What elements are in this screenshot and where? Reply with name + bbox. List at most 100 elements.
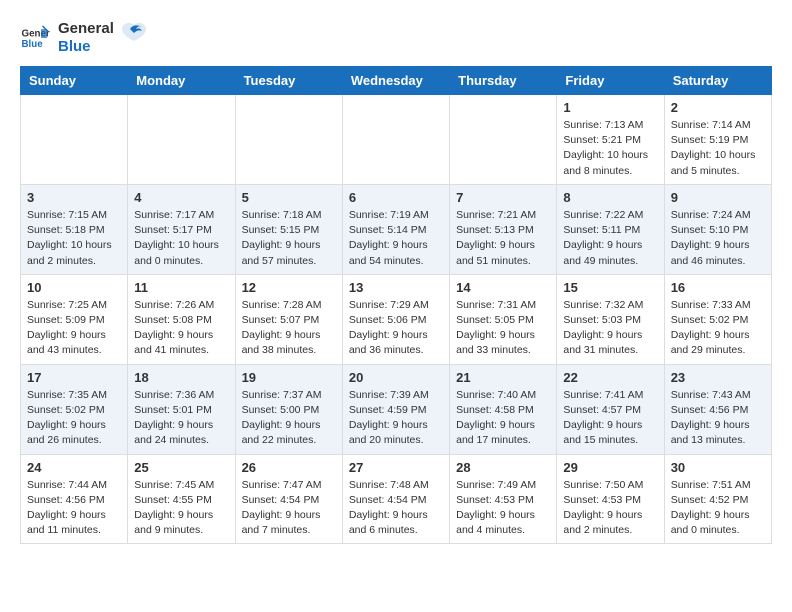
day-number: 26 (242, 460, 336, 475)
logo-general: General (58, 20, 114, 38)
day-number: 30 (671, 460, 765, 475)
calendar-cell: 27 Sunrise: 7:48 AM Sunset: 4:54 PM Dayli… (342, 454, 449, 544)
logo-icon: General Blue (20, 23, 50, 53)
day-info: Sunrise: 7:19 AM Sunset: 5:14 PM Dayligh… (349, 208, 443, 269)
day-number: 24 (27, 460, 121, 475)
day-info: Sunrise: 7:29 AM Sunset: 5:06 PM Dayligh… (349, 298, 443, 359)
day-number: 2 (671, 100, 765, 115)
calendar-cell (450, 95, 557, 185)
day-info: Sunrise: 7:41 AM Sunset: 4:57 PM Dayligh… (563, 388, 657, 449)
day-number: 8 (563, 190, 657, 205)
day-number: 29 (563, 460, 657, 475)
day-info: Sunrise: 7:14 AM Sunset: 5:19 PM Dayligh… (671, 118, 765, 179)
day-info: Sunrise: 7:36 AM Sunset: 5:01 PM Dayligh… (134, 388, 228, 449)
calendar-cell: 1 Sunrise: 7:13 AM Sunset: 5:21 PM Daylig… (557, 95, 664, 185)
day-info: Sunrise: 7:24 AM Sunset: 5:10 PM Dayligh… (671, 208, 765, 269)
calendar-cell: 18 Sunrise: 7:36 AM Sunset: 5:01 PM Dayli… (128, 364, 235, 454)
logo-blue: Blue (58, 38, 114, 56)
calendar-cell: 15 Sunrise: 7:32 AM Sunset: 5:03 PM Dayli… (557, 274, 664, 364)
calendar-cell (235, 95, 342, 185)
day-number: 9 (671, 190, 765, 205)
calendar-cell: 11 Sunrise: 7:26 AM Sunset: 5:08 PM Dayli… (128, 274, 235, 364)
day-info: Sunrise: 7:35 AM Sunset: 5:02 PM Dayligh… (27, 388, 121, 449)
day-info: Sunrise: 7:22 AM Sunset: 5:11 PM Dayligh… (563, 208, 657, 269)
calendar-cell: 9 Sunrise: 7:24 AM Sunset: 5:10 PM Daylig… (664, 184, 771, 274)
calendar-cell (342, 95, 449, 185)
calendar-cell: 19 Sunrise: 7:37 AM Sunset: 5:00 PM Dayli… (235, 364, 342, 454)
day-info: Sunrise: 7:33 AM Sunset: 5:02 PM Dayligh… (671, 298, 765, 359)
day-number: 6 (349, 190, 443, 205)
day-info: Sunrise: 7:50 AM Sunset: 4:53 PM Dayligh… (563, 478, 657, 539)
day-info: Sunrise: 7:28 AM Sunset: 5:07 PM Dayligh… (242, 298, 336, 359)
calendar-cell: 8 Sunrise: 7:22 AM Sunset: 5:11 PM Daylig… (557, 184, 664, 274)
svg-text:Blue: Blue (22, 39, 44, 50)
day-number: 21 (456, 370, 550, 385)
calendar-cell: 28 Sunrise: 7:49 AM Sunset: 4:53 PM Dayli… (450, 454, 557, 544)
day-info: Sunrise: 7:37 AM Sunset: 5:00 PM Dayligh… (242, 388, 336, 449)
calendar-cell: 17 Sunrise: 7:35 AM Sunset: 5:02 PM Dayli… (21, 364, 128, 454)
page-header: General Blue General Blue (20, 20, 772, 56)
day-info: Sunrise: 7:49 AM Sunset: 4:53 PM Dayligh… (456, 478, 550, 539)
day-number: 15 (563, 280, 657, 295)
day-number: 22 (563, 370, 657, 385)
day-number: 19 (242, 370, 336, 385)
day-number: 11 (134, 280, 228, 295)
calendar-table: SundayMondayTuesdayWednesdayThursdayFrid… (20, 66, 772, 544)
logo-bird-icon (120, 19, 148, 47)
weekday-header-row: SundayMondayTuesdayWednesdayThursdayFrid… (21, 67, 772, 95)
calendar-cell: 30 Sunrise: 7:51 AM Sunset: 4:52 PM Dayli… (664, 454, 771, 544)
calendar-cell: 24 Sunrise: 7:44 AM Sunset: 4:56 PM Dayli… (21, 454, 128, 544)
calendar-cell: 16Sunrise: 7:33 AM Sunset: 5:02 PM Dayli… (664, 274, 771, 364)
day-info: Sunrise: 7:45 AM Sunset: 4:55 PM Dayligh… (134, 478, 228, 539)
day-info: Sunrise: 7:26 AM Sunset: 5:08 PM Dayligh… (134, 298, 228, 359)
day-number: 3 (27, 190, 121, 205)
logo: General Blue General Blue (20, 20, 148, 56)
day-info: Sunrise: 7:40 AM Sunset: 4:58 PM Dayligh… (456, 388, 550, 449)
day-number: 18 (134, 370, 228, 385)
calendar-cell (21, 95, 128, 185)
week-row-2: 3 Sunrise: 7:15 AM Sunset: 5:18 PM Daylig… (21, 184, 772, 274)
day-info: Sunrise: 7:51 AM Sunset: 4:52 PM Dayligh… (671, 478, 765, 539)
calendar-cell: 6 Sunrise: 7:19 AM Sunset: 5:14 PM Daylig… (342, 184, 449, 274)
weekday-header-wednesday: Wednesday (342, 67, 449, 95)
calendar-cell: 7Sunrise: 7:21 AM Sunset: 5:13 PM Daylig… (450, 184, 557, 274)
day-info: Sunrise: 7:13 AM Sunset: 5:21 PM Dayligh… (563, 118, 657, 179)
day-info: Sunrise: 7:18 AM Sunset: 5:15 PM Dayligh… (242, 208, 336, 269)
day-info: Sunrise: 7:21 AM Sunset: 5:13 PM Dayligh… (456, 208, 550, 269)
week-row-3: 10Sunrise: 7:25 AM Sunset: 5:09 PM Dayli… (21, 274, 772, 364)
day-number: 1 (563, 100, 657, 115)
day-info: Sunrise: 7:43 AM Sunset: 4:56 PM Dayligh… (671, 388, 765, 449)
day-number: 5 (242, 190, 336, 205)
calendar-cell: 25Sunrise: 7:45 AM Sunset: 4:55 PM Dayli… (128, 454, 235, 544)
calendar-cell: 2 Sunrise: 7:14 AM Sunset: 5:19 PM Daylig… (664, 95, 771, 185)
calendar-cell: 13 Sunrise: 7:29 AM Sunset: 5:06 PM Dayli… (342, 274, 449, 364)
day-info: Sunrise: 7:39 AM Sunset: 4:59 PM Dayligh… (349, 388, 443, 449)
day-info: Sunrise: 7:15 AM Sunset: 5:18 PM Dayligh… (27, 208, 121, 269)
day-info: Sunrise: 7:47 AM Sunset: 4:54 PM Dayligh… (242, 478, 336, 539)
calendar-cell: 23Sunrise: 7:43 AM Sunset: 4:56 PM Dayli… (664, 364, 771, 454)
day-number: 20 (349, 370, 443, 385)
calendar-cell: 3 Sunrise: 7:15 AM Sunset: 5:18 PM Daylig… (21, 184, 128, 274)
day-info: Sunrise: 7:31 AM Sunset: 5:05 PM Dayligh… (456, 298, 550, 359)
calendar-cell: 29 Sunrise: 7:50 AM Sunset: 4:53 PM Dayli… (557, 454, 664, 544)
week-row-1: 1 Sunrise: 7:13 AM Sunset: 5:21 PM Daylig… (21, 95, 772, 185)
calendar-cell: 21 Sunrise: 7:40 AM Sunset: 4:58 PM Dayli… (450, 364, 557, 454)
day-number: 10 (27, 280, 121, 295)
calendar-cell: 20 Sunrise: 7:39 AM Sunset: 4:59 PM Dayli… (342, 364, 449, 454)
weekday-header-tuesday: Tuesday (235, 67, 342, 95)
day-number: 27 (349, 460, 443, 475)
calendar-cell: 10Sunrise: 7:25 AM Sunset: 5:09 PM Dayli… (21, 274, 128, 364)
day-number: 14 (456, 280, 550, 295)
weekday-header-friday: Friday (557, 67, 664, 95)
day-number: 17 (27, 370, 121, 385)
day-number: 28 (456, 460, 550, 475)
weekday-header-sunday: Sunday (21, 67, 128, 95)
weekday-header-thursday: Thursday (450, 67, 557, 95)
day-info: Sunrise: 7:48 AM Sunset: 4:54 PM Dayligh… (349, 478, 443, 539)
weekday-header-monday: Monday (128, 67, 235, 95)
day-info: Sunrise: 7:44 AM Sunset: 4:56 PM Dayligh… (27, 478, 121, 539)
calendar-cell: 5 Sunrise: 7:18 AM Sunset: 5:15 PM Daylig… (235, 184, 342, 274)
day-info: Sunrise: 7:32 AM Sunset: 5:03 PM Dayligh… (563, 298, 657, 359)
day-number: 13 (349, 280, 443, 295)
calendar-cell: 26 Sunrise: 7:47 AM Sunset: 4:54 PM Dayli… (235, 454, 342, 544)
